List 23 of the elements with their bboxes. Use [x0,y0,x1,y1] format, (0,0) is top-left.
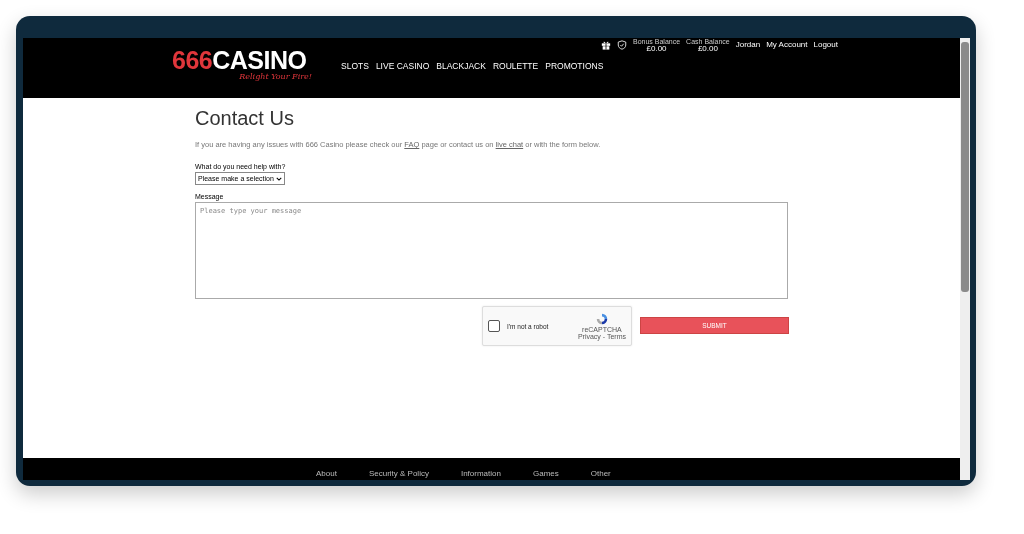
footer-heading[interactable]: About [316,469,337,479]
footer-heading[interactable]: Information [460,469,501,479]
casino-logo[interactable]: 666CASINO Relight Your Fire! [172,48,312,81]
chevron-down-icon [275,176,282,181]
captcha-checkbox[interactable] [488,320,500,332]
balance-amount: £0.00 [697,45,718,53]
username: Jordan [735,40,761,49]
shield-icon[interactable] [617,40,627,50]
footer-heading[interactable]: Other [590,469,611,479]
nav-link[interactable]: PROMOTIONS [545,61,604,71]
account-link[interactable]: Logout [813,40,838,49]
nav-link[interactable]: BLACKJACK [436,61,486,71]
nav-link[interactable]: ROULETTE [492,61,539,71]
page-title: Contact Us [195,107,294,130]
footer-heading[interactable]: Security & Policy [368,469,429,479]
nav-link[interactable]: LIVE CASINO [375,61,430,71]
gift-icon[interactable] [601,40,611,50]
scrollbar[interactable] [960,38,970,480]
footer-heading[interactable]: Games [532,469,559,479]
account-link[interactable]: My Account [766,40,808,49]
nav-link[interactable]: SLOTS [341,61,369,71]
recaptcha-icon [594,312,609,326]
balance-amount: £0.00 [646,45,667,53]
